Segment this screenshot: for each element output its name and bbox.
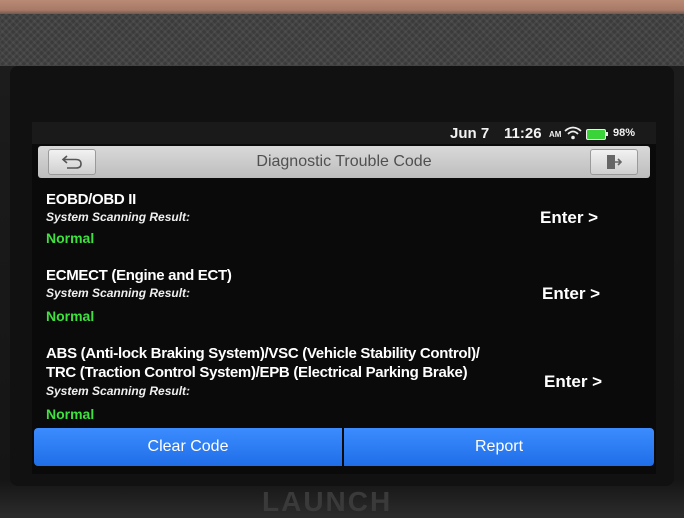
enter-button[interactable]: Enter > [542, 284, 600, 304]
scan-result-label: System Scanning Result: [46, 384, 191, 398]
device-bezel [0, 14, 684, 66]
battery-icon [586, 129, 606, 140]
list-item[interactable]: EOBD/OBD II System Scanning Result: Norm… [32, 190, 656, 254]
status-time: 11:26 [504, 125, 542, 142]
action-bar: Clear Code Report [34, 428, 654, 466]
status-bar: Jun 7 11:26 AM 98% [32, 122, 656, 144]
status-ampm: AM [549, 130, 562, 139]
list-item[interactable]: ECMECT (Engine and ECT) System Scanning … [32, 266, 656, 330]
battery-tip [606, 132, 608, 136]
title-bar: Diagnostic Trouble Code [38, 146, 650, 178]
scan-status: Normal [46, 308, 95, 324]
scan-result-label: System Scanning Result: [46, 210, 191, 224]
brand-logo: LAUNCH [262, 486, 393, 517]
scan-status: Normal [46, 230, 95, 246]
enter-button[interactable]: Enter > [544, 372, 602, 392]
system-name: ABS (Anti-lock Braking System)/VSC (Vehi… [46, 345, 480, 381]
scan-result-label: System Scanning Result: [46, 286, 191, 300]
battery-percent: 98% [613, 127, 636, 139]
system-name: ECMECT (Engine and ECT) [46, 267, 232, 284]
exit-icon [607, 155, 622, 169]
wifi-icon [564, 126, 582, 144]
report-button[interactable]: Report [344, 428, 654, 466]
scan-status: Normal [46, 406, 95, 422]
enter-button[interactable]: Enter > [540, 208, 598, 228]
system-name: EOBD/OBD II [46, 191, 137, 208]
app-screen: Jun 7 11:26 AM 98% Diagnostic Trouble Co… [32, 122, 656, 474]
clear-code-button[interactable]: Clear Code [34, 428, 342, 466]
page-title: Diagnostic Trouble Code [256, 153, 432, 170]
list-item[interactable]: ABS (Anti-lock Braking System)/VSC (Vehi… [32, 344, 656, 424]
status-date: Jun 7 [450, 125, 490, 142]
exit-button[interactable] [590, 149, 638, 175]
scanner-device: Jun 7 11:26 AM 98% Diagnostic Trouble Co… [0, 0, 684, 517]
